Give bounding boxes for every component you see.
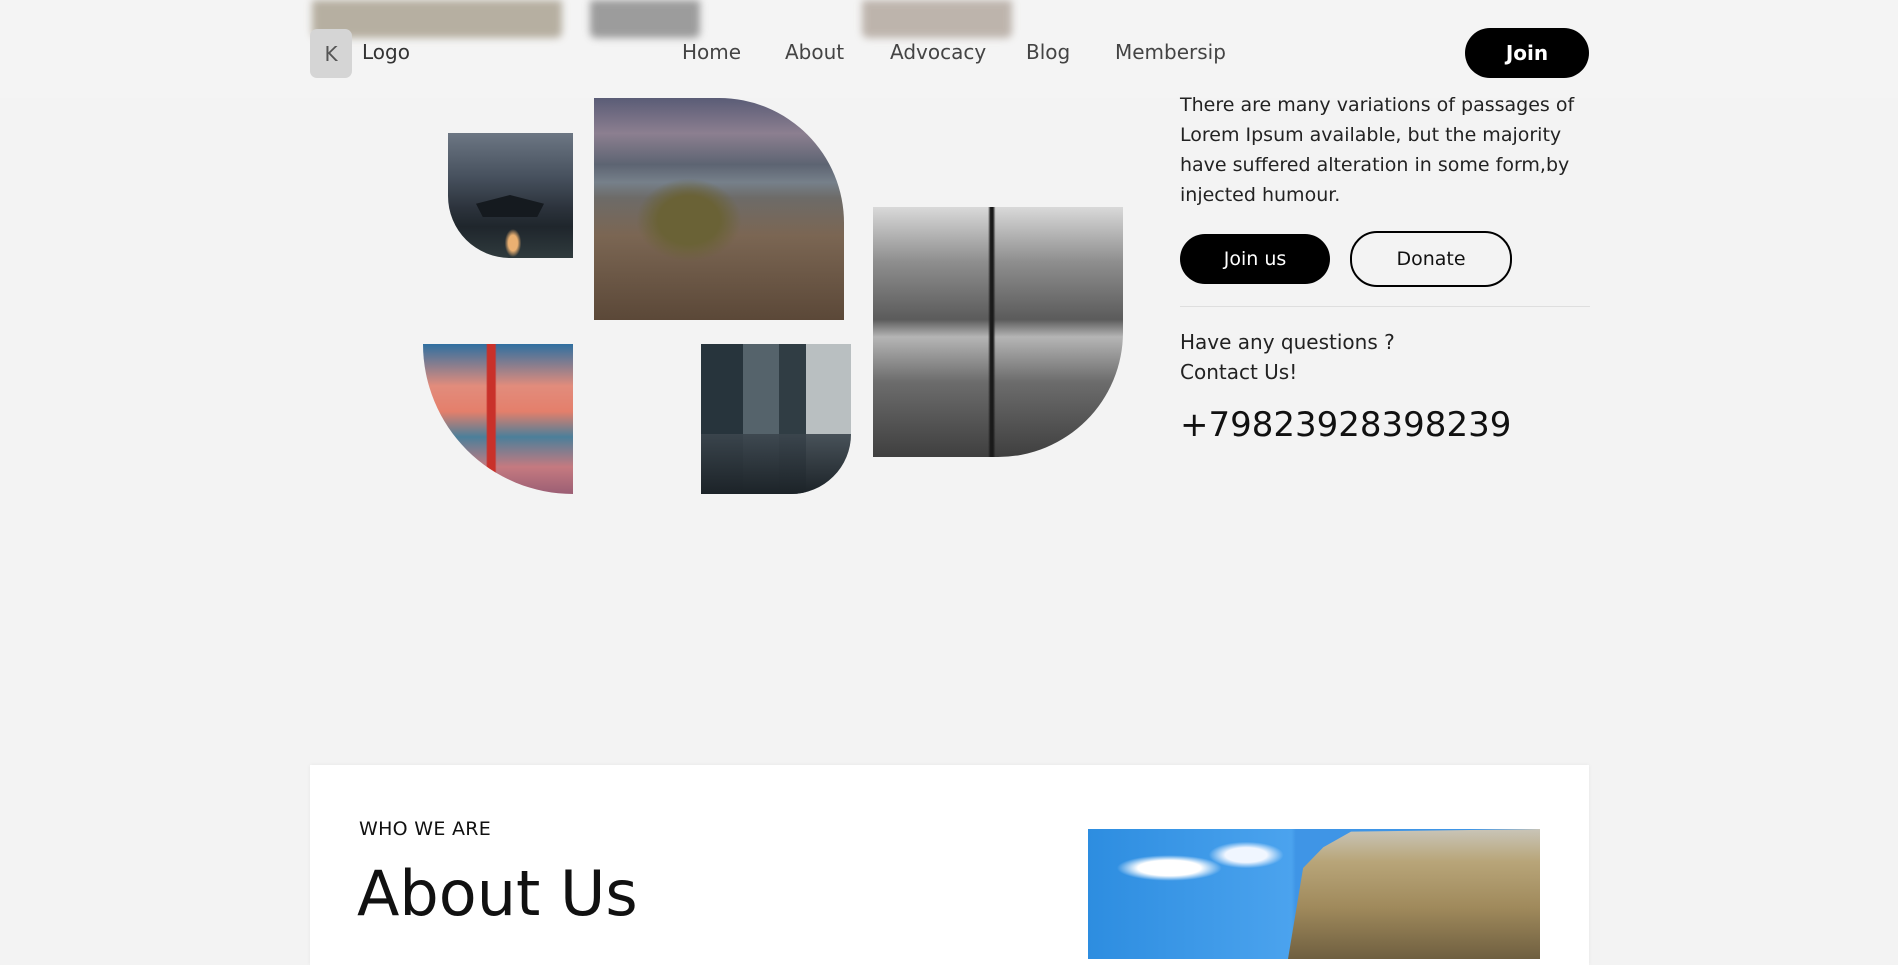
city-street-photo	[701, 344, 851, 494]
contact-us-link[interactable]: Contact Us!	[1180, 357, 1395, 387]
section-eyebrow: WHO WE ARE	[359, 818, 492, 840]
scrolled-content-peek	[590, 0, 700, 38]
logo-text[interactable]: Logo	[362, 40, 410, 64]
nav-blog[interactable]: Blog	[1026, 40, 1070, 64]
nav-about[interactable]: About	[785, 40, 844, 64]
divider	[1180, 306, 1590, 307]
temple-photo	[448, 133, 573, 258]
scrolled-content-peek	[862, 0, 1012, 38]
hero-description: There are many variations of passages of…	[1180, 94, 1575, 206]
nav-advocacy[interactable]: Advocacy	[890, 40, 986, 64]
tokyo-tower-photo	[423, 344, 573, 494]
join-us-button[interactable]: Join us	[1180, 234, 1330, 284]
building-photo	[1088, 829, 1540, 959]
nav-home[interactable]: Home	[682, 40, 741, 64]
questions-text: Have any questions ?	[1180, 330, 1395, 354]
about-title: About Us	[357, 857, 638, 930]
contact-prompt: Have any questions ? Contact Us!	[1180, 327, 1395, 387]
join-button[interactable]: Join	[1465, 28, 1589, 78]
beach-photo	[594, 98, 844, 320]
logo-mark[interactable]: K	[310, 29, 352, 78]
nav-membership[interactable]: Membersip	[1115, 40, 1226, 64]
city-reflection-photo	[873, 207, 1123, 457]
donate-button[interactable]: Donate	[1350, 231, 1512, 287]
phone-number[interactable]: +79823928398239	[1180, 405, 1511, 445]
